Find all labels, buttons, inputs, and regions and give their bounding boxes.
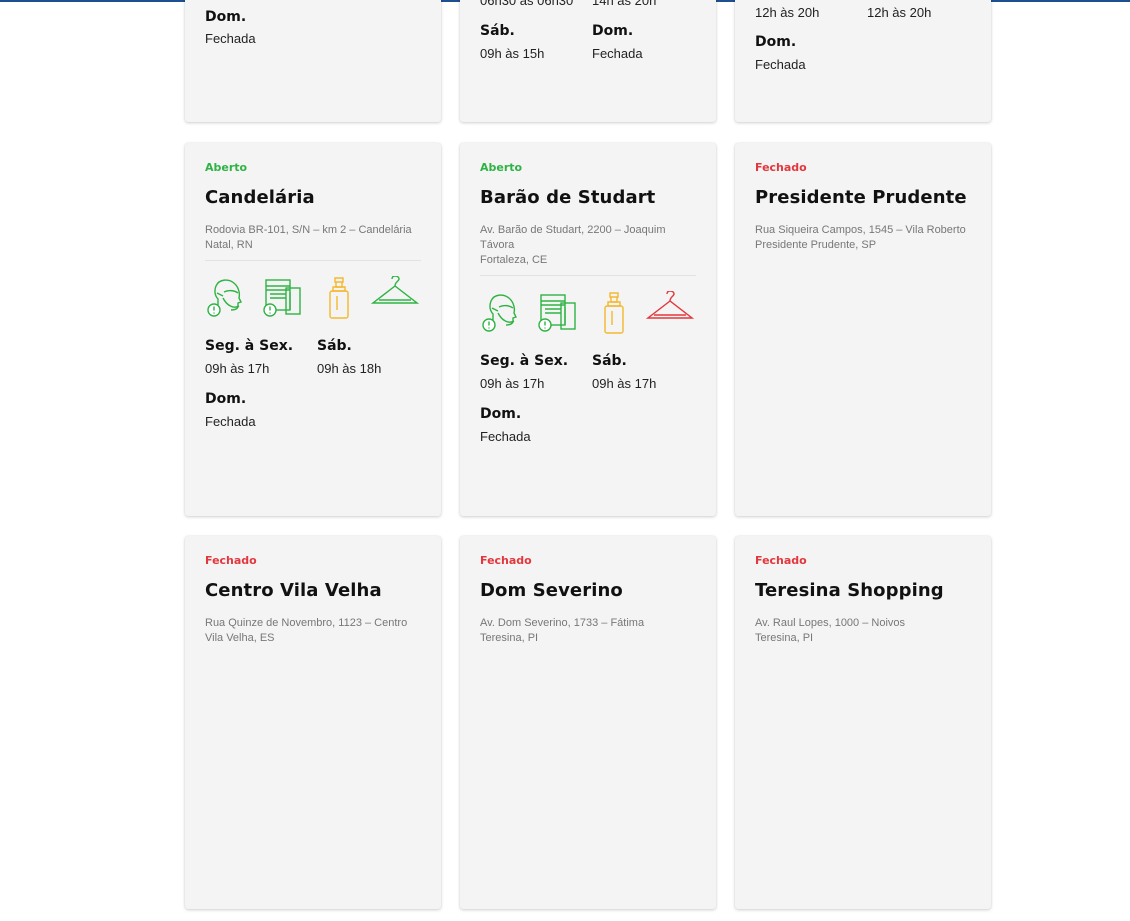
hours-time: 09h às 17h [592, 376, 657, 391]
status-badge: Aberto [480, 161, 523, 174]
store-name: Dom Severino [480, 580, 623, 601]
status-badge: Fechado [205, 554, 257, 567]
mask-icon [482, 294, 517, 332]
store-card-centro-vila-velha[interactable]: Fechado Centro Vila Velha Rua Quinze de … [185, 536, 441, 909]
hanger-icon [646, 291, 694, 319]
hours-day: Seg. à Sex. [480, 353, 569, 369]
address-line: Av. Dom Severino, 1733 – Fátima [480, 617, 645, 629]
status-badge: Fechado [480, 554, 532, 567]
store-name: Presidente Prudente [755, 187, 967, 208]
hours-day: Dom. [205, 9, 247, 25]
store-address: Av. Barão de Studart, 2200 – Joaquim Táv… [480, 223, 696, 268]
store-address: Av. Raul Lopes, 1000 – Noivos Teresina, … [755, 616, 971, 646]
store-name: Candelária [205, 187, 315, 208]
opening-hours: Seg. à Sex. 09h às 17h Sáb. 09h às 18h D… [205, 337, 421, 443]
hours-time: Fechada [205, 31, 256, 46]
store-address: Rua Quinze de Novembro, 1123 – Centro Vi… [205, 616, 421, 646]
store-card-top-2[interactable]: 06h30 às 06h30 14h às 20h Sáb. 09h às 15… [460, 0, 716, 122]
store-name: Centro Vila Velha [205, 580, 382, 601]
amenity-icons [480, 286, 696, 342]
amenity-icons [205, 271, 421, 327]
card-payment-icon [263, 279, 301, 317]
store-address: Av. Dom Severino, 1733 – Fátima Teresina… [480, 616, 696, 646]
card-payment-icon [538, 294, 576, 332]
store-card-presidente-prudente[interactable]: Fechado Presidente Prudente Rua Siqueira… [735, 143, 991, 516]
store-card-dom-severino[interactable]: Fechado Dom Severino Av. Dom Severino, 1… [460, 536, 716, 909]
hours-time: Fechada [205, 414, 256, 429]
hours-time: 06h30 às 06h30 [480, 0, 574, 8]
hours-time: 12h às 20h [755, 5, 820, 20]
status-badge: Fechado [755, 554, 807, 567]
sanitizer-icon [329, 277, 349, 319]
hours-time: 09h às 15h [480, 46, 545, 61]
store-card-barao-de-studart[interactable]: Aberto Barão de Studart Av. Barão de Stu… [460, 143, 716, 516]
address-line: Teresina, PI [480, 632, 539, 644]
address-line: Av. Barão de Studart, 2200 – Joaquim [480, 224, 666, 236]
hours-day: Dom. [592, 23, 634, 39]
store-card-candelaria[interactable]: Aberto Candelária Rodovia BR-101, S/N – … [185, 143, 441, 516]
address-line: Rua Quinze de Novembro, 1123 – Centro [205, 617, 408, 629]
hours-day: Sáb. [317, 338, 352, 354]
store-name: Teresina Shopping [755, 580, 944, 601]
address-line: Rodovia BR-101, S/N – km 2 – Candelária [205, 224, 412, 236]
mask-icon [207, 279, 242, 317]
address-line: Vila Velha, ES [205, 632, 275, 644]
hours-time: 14h às 20h [592, 0, 657, 8]
status-badge: Fechado [755, 161, 807, 174]
hours-time: 09h às 17h [205, 361, 270, 376]
store-address: Rua Siqueira Campos, 1545 – Vila Roberto… [755, 223, 971, 253]
address-line: Fortaleza, CE [480, 254, 548, 266]
store-card-top-3[interactable]: 12h às 20h 12h às 20h Dom. Fechada [735, 0, 991, 122]
hours-day: Dom. [755, 34, 797, 50]
hours-time: Fechada [592, 46, 643, 61]
address-line: Presidente Prudente, SP [755, 239, 877, 251]
address-line: Av. Raul Lopes, 1000 – Noivos [755, 617, 906, 629]
sanitizer-icon [604, 292, 624, 334]
hours-day: Sáb. [592, 353, 627, 369]
hours-day: Seg. à Sex. [205, 338, 294, 354]
address-line: Rua Siqueira Campos, 1545 – Vila Roberto [755, 224, 966, 236]
status-badge: Aberto [205, 161, 248, 174]
divider [480, 275, 696, 276]
hours-day: Sáb. [480, 23, 515, 39]
hours-time: 12h às 20h [867, 5, 932, 20]
hanger-icon [371, 276, 419, 304]
address-line: Teresina, PI [755, 632, 814, 644]
opening-hours: Seg. à Sex. 09h às 17h Sáb. 09h às 17h D… [480, 352, 696, 458]
address-line: Natal, RN [205, 239, 253, 251]
hours-day: Dom. [480, 406, 522, 422]
hours-day: Dom. [205, 391, 247, 407]
store-card-teresina-shopping[interactable]: Fechado Teresina Shopping Av. Raul Lopes… [735, 536, 991, 909]
divider [205, 260, 421, 261]
hours-time: Fechada [480, 429, 531, 444]
store-card-top-1[interactable]: Dom. Fechada [185, 0, 441, 122]
hours-time: 09h às 18h [317, 361, 382, 376]
store-name: Barão de Studart [480, 187, 656, 208]
store-address: Rodovia BR-101, S/N – km 2 – Candelária … [205, 223, 421, 253]
hours-time: 09h às 17h [480, 376, 545, 391]
hours-time: Fechada [755, 57, 806, 72]
address-line: Távora [480, 239, 515, 251]
